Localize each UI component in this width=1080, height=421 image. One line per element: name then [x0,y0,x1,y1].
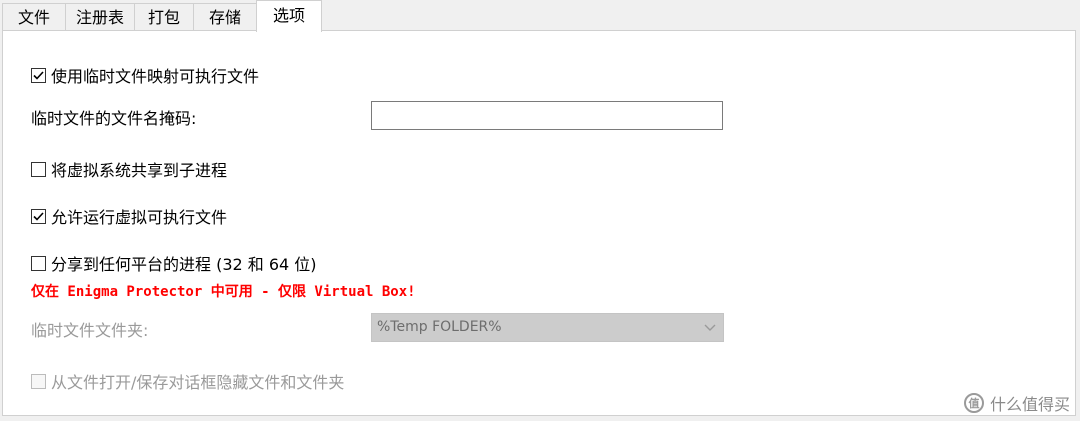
watermark-text: 什么值得买 [989,395,1070,414]
temp-folder-select[interactable]: %Temp FOLDER% [371,313,724,342]
hide-from-dialogs-label: 从文件打开/保存对话框隐藏文件和文件夹 [51,373,345,392]
hide-from-dialogs-checkbox[interactable] [31,373,46,389]
tab-packaging[interactable]: 打包 [134,3,194,30]
temp-filename-mask-input[interactable] [371,101,723,130]
watermark: 值 什么值得买 [963,391,1070,415]
use-temp-file-mapping-checkbox[interactable] [31,67,46,83]
allow-run-virtual-exe-checkbox[interactable] [31,208,46,224]
options-panel: 使用临时文件映射可执行文件 临时文件的文件名掩码: 将虚拟系统共享到子进程 允许… [2,30,1076,416]
temp-folder-value: %Temp FOLDER% [377,319,502,335]
use-temp-file-mapping-row[interactable]: 使用临时文件映射可执行文件 [31,63,259,87]
temp-folder-label: 临时文件文件夹: [31,321,149,340]
checkmark-icon [33,70,44,80]
use-temp-file-mapping-label: 使用临时文件映射可执行文件 [51,67,260,86]
tab-registry[interactable]: 注册表 [65,3,135,30]
enigma-only-warning: 仅在 Enigma Protector 中可用 - 仅限 Virtual Box… [31,284,416,300]
share-any-platform-checkbox[interactable] [31,255,46,271]
tab-bar: 文件 注册表 打包 存储 选项 [2,0,1078,32]
share-virtual-system-checkbox[interactable] [31,161,46,177]
chevron-down-icon [704,324,716,331]
tab-storage[interactable]: 存储 [193,3,257,30]
temp-filename-mask-row: 临时文件的文件名掩码: [31,105,196,129]
share-any-platform-label: 分享到任何平台的进程 (32 和 64 位) [51,255,317,274]
temp-filename-mask-label: 临时文件的文件名掩码: [31,109,197,128]
share-virtual-system-label: 将虚拟系统共享到子进程 [51,161,228,180]
allow-run-virtual-exe-label: 允许运行虚拟可执行文件 [51,208,228,227]
temp-folder-row: 临时文件文件夹: [31,317,148,341]
checkmark-icon [33,211,44,221]
tab-files[interactable]: 文件 [2,3,66,30]
hide-from-dialogs-row[interactable]: 从文件打开/保存对话框隐藏文件和文件夹 [31,369,344,393]
tab-options[interactable]: 选项 [256,0,322,32]
share-virtual-system-row[interactable]: 将虚拟系统共享到子进程 [31,157,227,181]
smzdm-logo-icon: 值 [963,393,984,413]
allow-run-virtual-exe-row[interactable]: 允许运行虚拟可执行文件 [31,204,227,228]
share-any-platform-row[interactable]: 分享到任何平台的进程 (32 和 64 位) [31,251,317,275]
